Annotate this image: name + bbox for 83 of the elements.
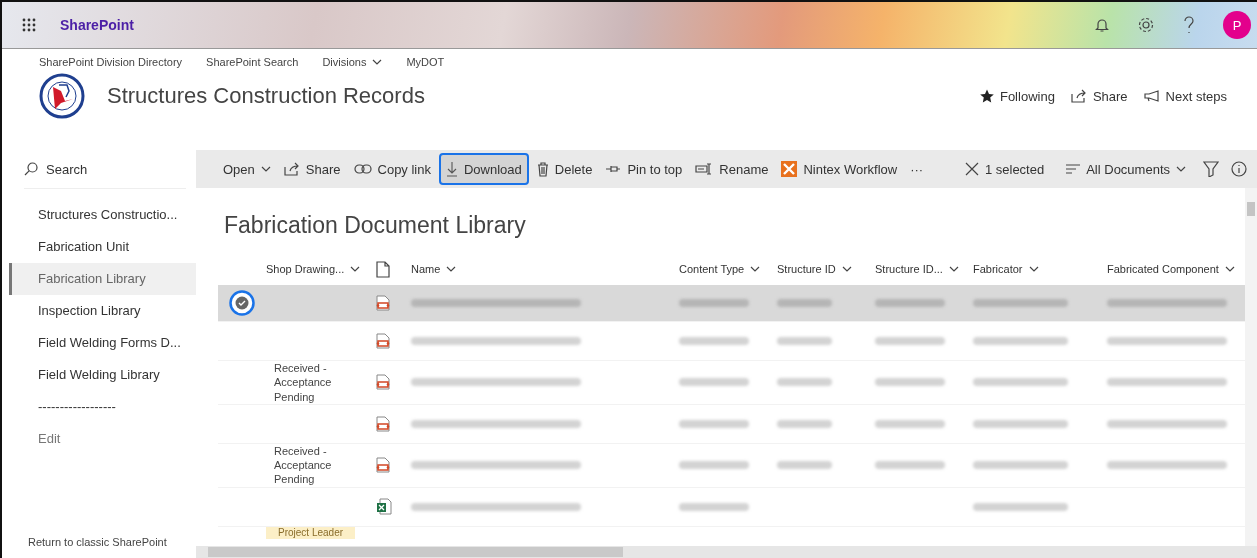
site-logo-icon [39,73,85,119]
chevron-icon [260,166,271,172]
sidebar-item[interactable]: Field Welding Library [2,359,196,391]
chevron-icon [446,266,457,272]
chevron-icon [841,266,852,272]
command-button[interactable]: Pin to top [600,153,688,185]
status-text: Received - Acceptance Pending [273,361,333,404]
command-button[interactable]: Nintex Workflow [776,153,903,185]
pdf-file-icon[interactable] [376,295,390,311]
status-text: Received - Acceptance Pending [273,443,333,487]
lines-icon [1066,164,1081,174]
hub-nav-link[interactable]: SharePoint Search [206,56,299,68]
hub-nav-link[interactable]: MyDOT [406,56,445,68]
checkmark-circle-icon[interactable] [229,290,255,316]
column-header[interactable]: Shop Drawing... [266,263,376,275]
chevron-icon [1176,166,1186,172]
share-icon [283,162,300,176]
download-icon [446,161,458,177]
next-steps-button[interactable]: Next steps [1139,88,1231,104]
table-row[interactable]: Received - Acceptance Pending [218,443,1245,488]
document-icon[interactable] [376,260,390,278]
clear-selection-button[interactable]: 1 selected [959,153,1050,185]
avatar[interactable]: P [1223,11,1251,39]
bell-icon[interactable] [1095,17,1109,33]
view-switcher[interactable]: All Documents [1061,153,1191,185]
hub-nav-link[interactable]: SharePoint Division Directory [39,56,183,68]
sidebar-item[interactable]: Fabrication Library [9,263,196,295]
pdf-file-icon[interactable] [376,415,390,432]
share-button[interactable]: Share [1066,88,1132,104]
chevron-icon [1028,266,1039,272]
close-icon [964,162,979,176]
spreadsheet-file-icon[interactable] [376,498,392,516]
library-title: Fabrication Document Library [224,212,527,239]
nintex-logo-icon [781,161,798,177]
share-icon [1070,89,1087,103]
sidebar-item[interactable]: Structures Constructio... [2,199,196,231]
chevron-icon [372,59,383,65]
command-button[interactable]: Share [278,153,346,185]
link-icon [353,164,372,174]
classic-link[interactable]: Return to classic SharePoint [2,536,196,558]
command-button[interactable]: Delete [531,153,598,185]
filter-icon[interactable] [1203,161,1219,177]
edit-link[interactable]: Edit [2,423,196,455]
chevron-icon [750,266,761,272]
app-launcher-icon[interactable] [22,18,36,32]
table-row[interactable]: Received - Acceptance Pending [218,361,1245,405]
sidebar-item[interactable]: ------------------ [2,391,196,423]
help-icon[interactable] [1183,16,1195,34]
column-header[interactable]: Content Type [679,263,777,275]
column-header[interactable]: Fabricated Component [1107,263,1239,275]
more-button[interactable]: ··· [905,153,929,185]
column-header[interactable]: Structure ID [777,263,875,275]
chevron-icon [948,266,959,272]
command-button[interactable]: Download [439,153,529,185]
column-header[interactable]: Structure ID... [875,263,973,275]
command-button[interactable]: Open [218,153,276,185]
horizontal-scrollbar[interactable] [196,546,1257,558]
site-title: Structures Construction Records [107,83,425,109]
column-header[interactable]: Fabricator [973,263,1107,275]
hub-nav-link[interactable]: Divisions [322,56,383,68]
info-icon[interactable] [1231,161,1247,177]
sidebar-item[interactable]: Inspection Library [2,295,196,327]
pdf-file-icon[interactable] [376,457,390,474]
pdf-file-icon[interactable] [376,374,390,391]
follow-button[interactable]: Following [975,88,1059,104]
vertical-scrollbar[interactable] [1245,188,1257,546]
chevron-icon [1224,266,1235,272]
pin-icon [605,164,622,174]
trash-icon [536,161,549,177]
pdf-file-icon[interactable] [376,333,390,349]
star-icon [979,89,994,103]
rename-icon [695,163,714,175]
sidebar-item[interactable]: Field Welding Forms D... [2,327,196,359]
megaphone-icon [1143,90,1160,102]
app-name-link[interactable]: SharePoint [60,17,134,33]
command-button[interactable]: Rename [690,153,774,185]
chevron-icon [350,266,361,272]
command-button[interactable]: Copy link [348,153,436,185]
settings-icon[interactable] [1137,16,1155,34]
sidebar-item[interactable]: Fabrication Unit [2,231,196,263]
column-header[interactable]: Name [411,263,679,275]
search-field[interactable]: Search [46,161,156,177]
search-icon [24,162,38,176]
